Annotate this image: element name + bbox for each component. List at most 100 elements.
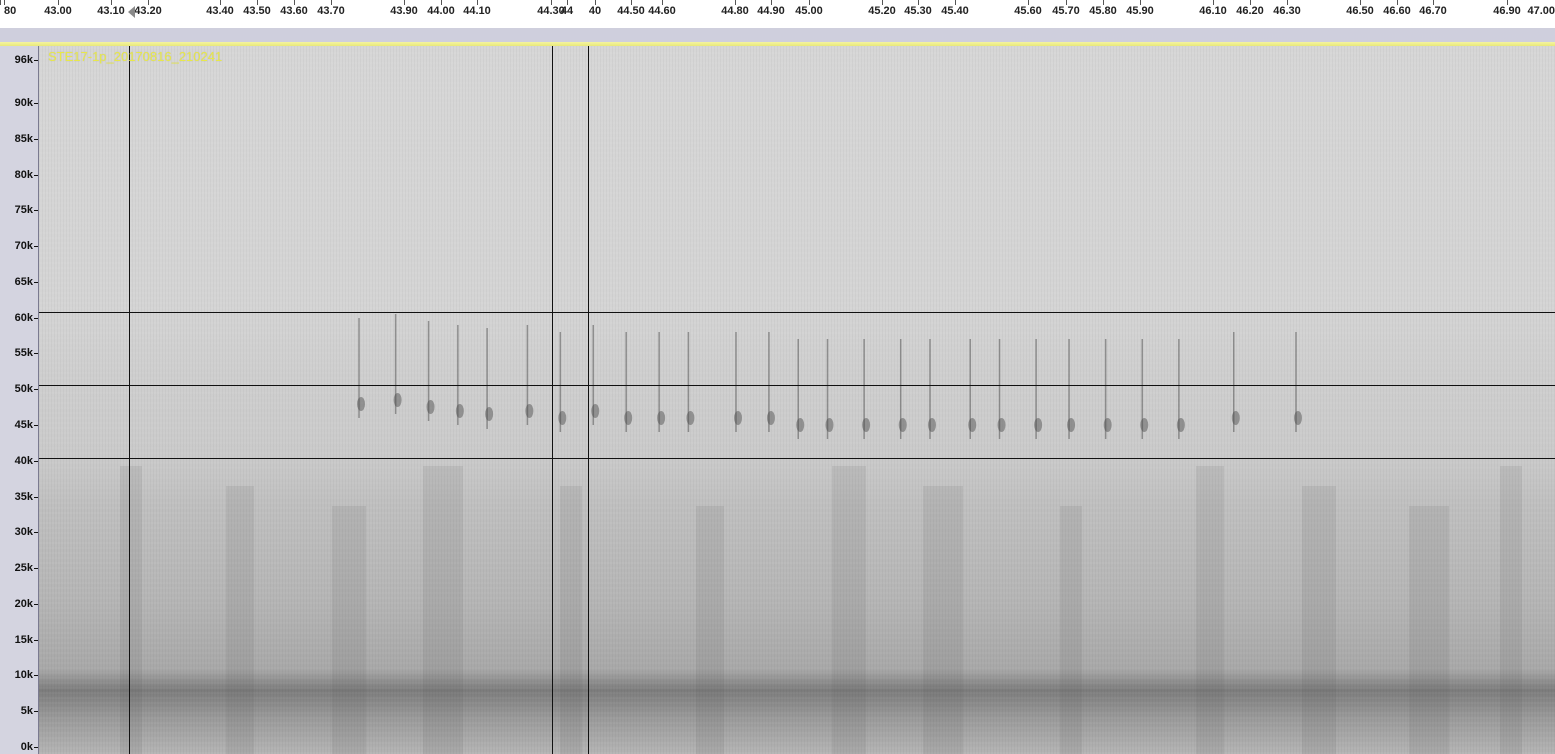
time-tick-label: 45.30 <box>904 5 932 17</box>
frequency-tick-label: 85k <box>14 133 33 145</box>
noise-column <box>560 486 582 754</box>
call-mark <box>1103 339 1112 439</box>
call-mark <box>1231 332 1240 432</box>
time-tick-mark <box>882 0 883 5</box>
time-tick-mark <box>1287 0 1288 5</box>
time-tick-mark <box>567 0 568 5</box>
frequency-tick-mark <box>34 711 38 712</box>
selection-start-line[interactable] <box>552 46 553 754</box>
time-tick-label: 43.50 <box>243 5 271 17</box>
time-tick-mark <box>918 0 919 5</box>
time-tick-label: 45.20 <box>868 5 896 17</box>
noise-column <box>120 466 142 754</box>
frequency-tick-label: 15k <box>14 634 33 646</box>
frequency-tick-label: 35k <box>14 491 33 503</box>
time-tick-mark <box>1507 0 1508 5</box>
time-tick-label: 45.70 <box>1052 5 1080 17</box>
time-tick-mark <box>955 0 956 5</box>
time-tick-mark <box>595 0 596 5</box>
time-tick-mark <box>477 0 478 5</box>
frequency-tick-mark <box>34 675 38 676</box>
time-tick-label: 46.10 <box>1199 5 1227 17</box>
playhead-marker-icon[interactable] <box>128 6 135 18</box>
frequency-tick-label: 45k <box>14 419 33 431</box>
frequency-tick-label: 20k <box>14 598 33 610</box>
time-tick-label: 47.00 <box>1527 5 1555 17</box>
spectrogram-view[interactable] <box>39 46 1555 754</box>
call-mark <box>1067 339 1076 439</box>
call-mark <box>525 325 534 425</box>
time-tick-label: 46.70 <box>1419 5 1447 17</box>
time-tick-label: 43.90 <box>390 5 418 17</box>
time-tick-mark <box>631 0 632 5</box>
frequency-tick-mark <box>34 747 38 748</box>
time-tick-label: 45.80 <box>1089 5 1117 17</box>
frequency-tick-mark <box>34 532 38 533</box>
time-tick-mark <box>111 0 112 5</box>
time-tick-mark <box>1360 0 1361 5</box>
time-tick-label: 45.00 <box>795 5 823 17</box>
track-selection-strip[interactable] <box>0 28 1555 43</box>
time-tick-mark <box>58 0 59 5</box>
playhead-line <box>129 46 130 754</box>
frequency-tick-mark <box>34 210 38 211</box>
time-tick-label: 44 <box>560 5 574 17</box>
noise-column <box>1409 506 1449 754</box>
frequency-tick-label: 75k <box>14 204 33 216</box>
time-tick-mark <box>1433 0 1434 5</box>
time-tick-label: 43.20 <box>134 5 162 17</box>
call-mark <box>734 332 742 432</box>
time-tick-mark <box>771 0 772 5</box>
time-tick-mark <box>331 0 332 5</box>
time-tick-label: 44.90 <box>757 5 785 17</box>
noise-column <box>696 506 724 754</box>
call-mark <box>1140 339 1149 439</box>
frequency-tick-label: 30k <box>14 526 33 538</box>
time-tick-mark <box>404 0 405 5</box>
time-tick-label: 44.00 <box>427 5 455 17</box>
noise-column <box>1302 486 1336 754</box>
time-tick-label: 45.90 <box>1126 5 1154 17</box>
frequency-tick-mark <box>34 103 38 104</box>
noise-column <box>1060 506 1082 754</box>
frequency-ruler: 96k 90k 85k 80k 75k 70k 65k 60k 55k 50k 45k 40k 35k 3… <box>0 46 39 754</box>
frequency-tick-label: 0k <box>20 741 33 753</box>
noise-column <box>423 466 463 754</box>
time-tick-label: 45.60 <box>1014 5 1042 17</box>
time-tick-mark <box>220 0 221 5</box>
noise-column <box>1196 466 1224 754</box>
call-mark <box>357 318 366 418</box>
frequency-tick-label: 5k <box>20 705 33 717</box>
frequency-tick-label: 80k <box>14 169 33 181</box>
call-mark <box>485 328 494 429</box>
call-mark <box>796 339 805 439</box>
frequency-tick-label: 55k <box>14 347 33 359</box>
frequency-tick-mark <box>34 604 38 605</box>
call-mark <box>1034 339 1043 439</box>
frequency-tick-label: 96k <box>14 54 33 66</box>
selection-end-line[interactable] <box>588 46 589 754</box>
frequency-tick-label: 60k <box>14 312 33 324</box>
time-tick-mark <box>1103 0 1104 5</box>
call-mark <box>686 332 695 432</box>
call-mark <box>558 332 567 432</box>
call-mark <box>997 339 1006 439</box>
time-tick-label: 46.20 <box>1236 5 1264 17</box>
time-tick-mark <box>1140 0 1141 5</box>
frequency-tick-mark <box>34 425 38 426</box>
time-tick-mark <box>662 0 663 5</box>
frequency-tick-label: 70k <box>14 240 33 252</box>
timeline-ruler[interactable]: 80 43.00 43.10 43.20 43.40 43.50 43.60 43.70 43.… <box>0 0 1555 29</box>
call-mark <box>657 332 666 432</box>
call-mark <box>927 339 936 439</box>
time-tick-label: 46.90 <box>1493 5 1521 17</box>
time-tick-label: 44.50 <box>617 5 645 17</box>
call-mark <box>766 332 775 432</box>
time-tick-mark <box>1028 0 1029 5</box>
frequency-tick-mark <box>34 497 38 498</box>
time-tick-label: 44.80 <box>721 5 749 17</box>
call-mark <box>1176 339 1185 439</box>
frequency-tick-mark <box>34 282 38 283</box>
noise-column <box>332 506 366 754</box>
frequency-tick-mark <box>34 139 38 140</box>
